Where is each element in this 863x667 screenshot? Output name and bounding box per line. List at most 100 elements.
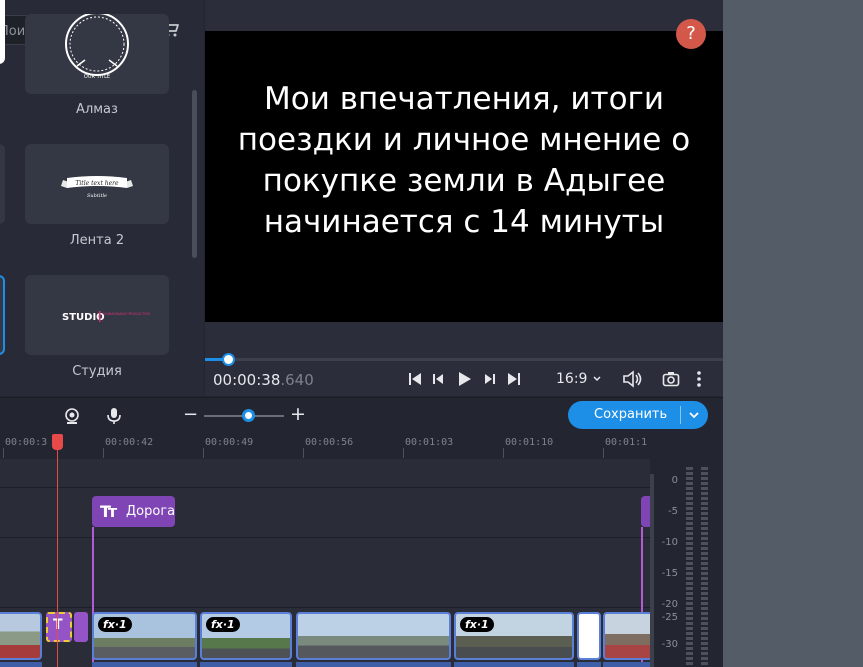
seek-bar-handle[interactable] xyxy=(222,353,236,366)
almaz-preview-text: OUR TITLE xyxy=(84,74,110,80)
more-options-icon[interactable] xyxy=(695,370,703,388)
timecode-main: 00:00:38 xyxy=(213,371,281,389)
title-clip-doroga[interactable]: Tт Дорога xyxy=(92,496,175,527)
ruler-tick-label: 00:01:1 xyxy=(605,437,648,448)
small-title-clip[interactable] xyxy=(74,612,88,642)
video-clip[interactable] xyxy=(296,612,451,660)
ruler-tick xyxy=(103,448,104,458)
meter-scale-label: -25 xyxy=(661,612,678,623)
previous-frame-icon[interactable] xyxy=(429,370,447,388)
title-label-studio: Студия xyxy=(72,364,122,379)
video-clip[interactable]: fx·1 xyxy=(200,612,292,660)
ruler-tick-label: 00:00:3 xyxy=(5,437,48,448)
seek-bar-track[interactable] xyxy=(205,358,723,361)
studio-preview-text: STUDIO xyxy=(62,312,105,323)
timeline-tracks[interactable]: Tт Дорога T fx·1 fx·1 fx·1 xyxy=(0,459,653,667)
selected-title-clip[interactable]: T xyxy=(46,612,72,642)
video-clip-blank[interactable] xyxy=(577,612,601,660)
audio-strip[interactable] xyxy=(0,662,42,667)
title-thumbnail-partial[interactable] xyxy=(0,144,5,224)
save-button[interactable]: Сохранить xyxy=(568,401,708,429)
save-button-label: Сохранить xyxy=(594,407,668,422)
player-area: Мои впечатления, итоги поездки и личное … xyxy=(205,0,723,396)
webcam-record-icon[interactable] xyxy=(63,407,81,425)
effects-badge: fx·1 xyxy=(98,617,132,632)
audio-strip[interactable] xyxy=(92,662,197,667)
help-button[interactable]: ? xyxy=(676,19,706,49)
current-timecode: 00:00:38.640 xyxy=(213,371,314,389)
titles-scrollbar[interactable] xyxy=(192,90,197,258)
meter-scale-label: -5 xyxy=(668,506,678,517)
video-clip[interactable]: fx·1 xyxy=(454,612,574,660)
video-clip[interactable] xyxy=(0,612,42,660)
audio-strip[interactable] xyxy=(454,662,574,667)
ruler-tick xyxy=(603,448,604,458)
ribbon-preview-subtitle: Subtitle xyxy=(87,193,107,199)
preview-caption-text: Мои впечатления, итоги поездки и личное … xyxy=(237,81,691,240)
chevron-down-icon xyxy=(593,376,601,382)
effects-badge: fx·1 xyxy=(460,617,494,632)
playhead-handle[interactable] xyxy=(52,434,63,450)
next-frame-icon[interactable] xyxy=(481,370,499,388)
meter-scale-label: 0 xyxy=(671,475,678,486)
studio-preview-subtitle: UNIMAGINABLE PRODUCTION xyxy=(103,312,151,316)
effects-badge: fx·1 xyxy=(206,617,240,632)
video-preview[interactable]: Мои впечатления, итоги поездки и личное … xyxy=(205,31,723,322)
ruler-tick xyxy=(403,448,404,458)
ribbon-banner-icon: Title text here Subtitle xyxy=(61,176,133,199)
titles-panel: × OUR TITLE Алмаз xyxy=(0,0,204,396)
volume-icon[interactable] xyxy=(622,370,644,388)
meter-scale-label: -20 xyxy=(661,599,678,610)
ruler-tick xyxy=(503,448,504,458)
aspect-ratio-value: 16:9 xyxy=(556,371,588,387)
track-divider xyxy=(0,487,650,488)
timeline-toolbar: − + Сохранить xyxy=(0,397,723,433)
track-divider xyxy=(0,607,650,608)
video-clip[interactable]: fx·1 xyxy=(92,612,197,660)
title-clip-next[interactable] xyxy=(641,496,650,527)
audio-level-meter: 0 -5 -10 -15 -20 -25 -30 xyxy=(650,459,723,667)
meter-scale-label: -30 xyxy=(661,639,678,650)
ribbon-preview-text: Title text here xyxy=(75,180,119,187)
title-thumbnail-partial-selected[interactable] xyxy=(0,275,5,355)
ruler-tick-label: 00:01:10 xyxy=(505,437,554,448)
ruler-tick xyxy=(3,448,4,458)
microphone-icon[interactable] xyxy=(106,407,122,425)
playhead-line[interactable] xyxy=(57,436,58,667)
video-editor-window: × OUR TITLE Алмаз xyxy=(0,0,723,667)
ruler-tick-label: 00:00:42 xyxy=(105,437,154,448)
ruler-tick-label: 00:00:49 xyxy=(205,437,254,448)
title-text-icon: Tт xyxy=(100,502,117,521)
play-icon[interactable] xyxy=(455,370,473,388)
track-divider xyxy=(0,537,650,538)
title-thumbnail-partial[interactable] xyxy=(0,0,5,64)
skip-to-end-icon[interactable] xyxy=(505,370,523,388)
skip-to-start-icon[interactable] xyxy=(406,370,424,388)
ruler-tick xyxy=(303,448,304,458)
aspect-ratio-select[interactable]: 16:9 xyxy=(556,371,602,387)
desktop-background xyxy=(723,0,863,667)
save-options-chevron-icon[interactable] xyxy=(686,406,702,424)
audio-strip[interactable] xyxy=(603,662,650,667)
title-thumbnail-lenta-2[interactable]: Title text here Subtitle xyxy=(25,144,169,224)
snapshot-camera-icon[interactable] xyxy=(662,370,680,388)
ruler-tick-label: 00:00:56 xyxy=(305,437,354,448)
audio-strip[interactable] xyxy=(296,662,451,667)
zoom-slider-handle[interactable] xyxy=(242,409,255,422)
zoom-out-button[interactable]: − xyxy=(183,404,198,425)
meter-scale-label: -10 xyxy=(661,537,678,548)
timeline-ruler[interactable]: 00:00:3 00:00:42 00:00:49 00:00:56 00:01… xyxy=(0,433,650,459)
timecode-ms: .640 xyxy=(280,371,314,389)
title-thumbnail-almaz[interactable]: OUR TITLE xyxy=(25,14,169,94)
ruler-tick-label: 00:01:03 xyxy=(405,437,454,448)
meter-bar-right xyxy=(701,467,708,667)
audio-strip[interactable] xyxy=(577,662,601,667)
video-clip[interactable] xyxy=(603,612,653,660)
meter-scroll-bar[interactable] xyxy=(650,474,654,667)
title-label-almaz: Алмаз xyxy=(76,102,118,117)
audio-strip[interactable] xyxy=(200,662,292,667)
zoom-in-button[interactable]: + xyxy=(290,403,306,425)
meter-scale-label: -15 xyxy=(661,568,678,579)
save-button-divider xyxy=(680,406,681,424)
title-thumbnail-studio[interactable]: STUDIO UNIMAGINABLE PRODUCTION xyxy=(25,275,169,355)
